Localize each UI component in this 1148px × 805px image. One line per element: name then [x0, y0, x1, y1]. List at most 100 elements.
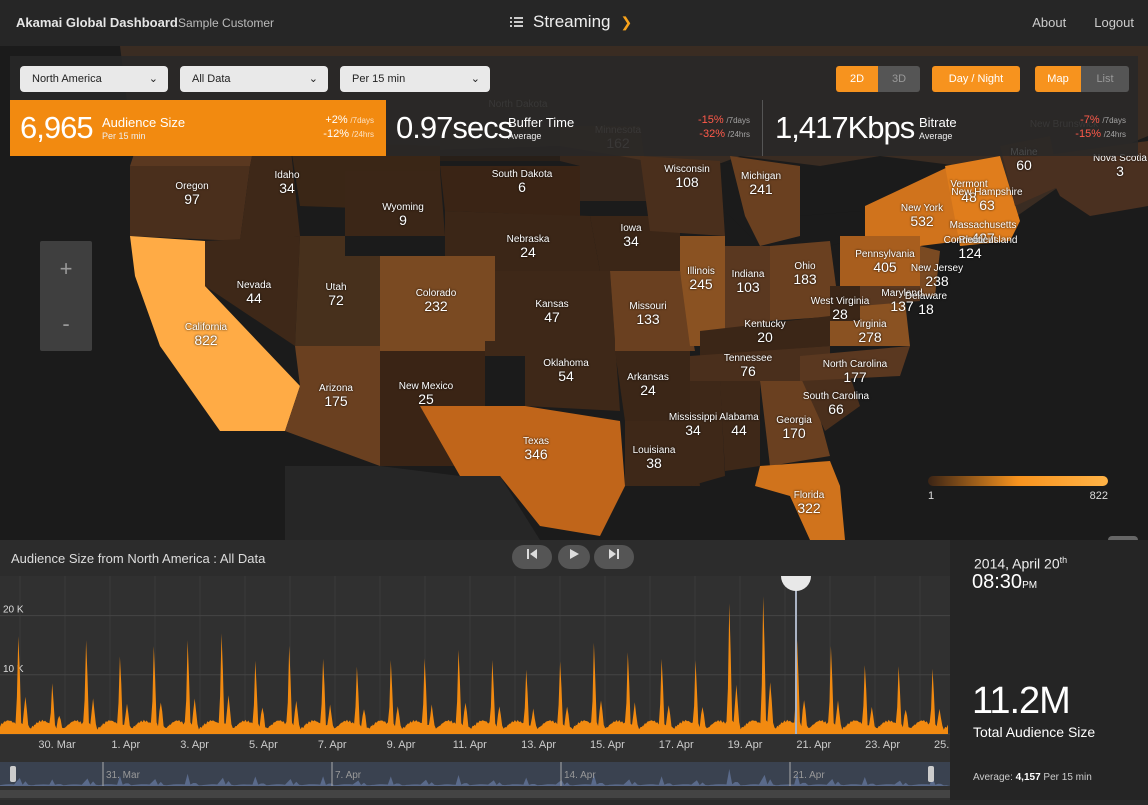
x-tick-label: 25. Apr [934, 739, 950, 751]
state-label-nevada[interactable]: Nevada 44 [237, 281, 271, 306]
state-label-wyoming[interactable]: Wyoming 9 [382, 203, 424, 228]
skip-forward-button[interactable] [594, 545, 634, 569]
state-label-colorado[interactable]: Colorado 232 [416, 289, 457, 314]
state-value: 170 [782, 425, 806, 441]
state-value: 6 [518, 179, 526, 195]
state-value: 103 [736, 279, 760, 295]
state-label-arizona[interactable]: Arizona 175 [319, 384, 353, 409]
section-title: Streaming [533, 12, 611, 31]
state-label-louisiana[interactable]: Louisiana 38 [633, 446, 676, 471]
state-label-kansas[interactable]: Kansas 47 [535, 300, 568, 325]
timeline-scrollbar[interactable] [0, 790, 950, 798]
data-select[interactable]: All Data ⌄ [180, 66, 328, 92]
state-label-west-virginia[interactable]: West Virginia 28 [811, 297, 870, 322]
list-view-button[interactable]: List [1081, 66, 1129, 92]
state-label-mississippi[interactable]: Mississippi 34 [669, 413, 717, 438]
day-night-button[interactable]: Day / Night [932, 66, 1020, 92]
state-label-new-hampshire[interactable]: New Hampshire 63 [951, 188, 1022, 213]
state-label-north-carolina[interactable]: North Carolina 177 [823, 360, 887, 385]
logout-link[interactable]: Logout [1094, 15, 1134, 30]
chevron-down-icon[interactable]: ❯ [620, 14, 632, 31]
state-label-oklahoma[interactable]: Oklahoma 54 [543, 359, 589, 384]
state-label-idaho[interactable]: Idaho 34 [274, 171, 299, 196]
state-label-iowa[interactable]: Iowa 34 [620, 224, 641, 249]
state-label-virginia[interactable]: Virginia 278 [853, 320, 886, 345]
stat-subtitle: Per 15 min [102, 131, 146, 141]
navigator-right-handle[interactable] [928, 766, 934, 782]
state-label-nebraska[interactable]: Nebraska 24 [507, 235, 550, 260]
state-value: 238 [925, 273, 949, 289]
state-label-wisconsin[interactable]: Wisconsin 108 [664, 165, 710, 190]
state-label-new-york[interactable]: New York 532 [901, 204, 943, 229]
skip-back-button[interactable] [512, 545, 552, 569]
state-label-utah[interactable]: Utah 72 [325, 283, 346, 308]
x-tick-label: 17. Apr [659, 739, 694, 751]
view-3d-button[interactable]: 3D [878, 66, 920, 92]
top-bar: Akamai Global Dashboard Sample Customer … [0, 0, 1148, 47]
state-value: 44 [731, 422, 747, 438]
state-label-pennsylvania[interactable]: Pennsylvania 405 [855, 250, 914, 275]
average-audience: Average: 4,157 Per 15 min [973, 772, 1092, 783]
view-2d-button[interactable]: 2D [836, 66, 878, 92]
state-label-nova-scotia[interactable]: Nova Scotia 3 [1093, 154, 1147, 179]
stat-subtitle: Average [508, 131, 542, 141]
state-value: 183 [793, 271, 817, 287]
total-audience-label: Total Audience Size [973, 724, 1096, 740]
state-label-illinois[interactable]: Illinois 245 [687, 267, 715, 292]
state-value: 76 [740, 363, 756, 379]
state-value: 72 [328, 292, 344, 308]
stat-bitrate[interactable]: 1,417Kbps Bitrate Average -7% /7days -15… [763, 100, 1138, 156]
state-label-new-jersey[interactable]: New Jersey 238 [911, 264, 963, 289]
state-label-delaware[interactable]: Delaware 18 [905, 292, 947, 317]
state-value: 133 [636, 311, 660, 327]
stat-buffer-time[interactable]: 0.97secs Buffer Time Average -15% /7days… [386, 100, 762, 156]
state-label-texas[interactable]: Texas 346 [523, 437, 549, 462]
state-label-south-dakota[interactable]: South Dakota 6 [492, 170, 553, 195]
stat-change-7d: -15% /7days [697, 114, 750, 126]
state-label-tennessee[interactable]: Tennessee 76 [724, 354, 772, 379]
map-view-button[interactable]: Map [1035, 66, 1081, 92]
x-tick-label: 19. Apr [728, 739, 763, 751]
interval-select[interactable]: Per 15 min ⌄ [340, 66, 490, 92]
state-value: 54 [558, 368, 574, 384]
state-value: 278 [858, 329, 882, 345]
state-label-ohio[interactable]: Ohio 183 [793, 262, 817, 287]
state-value: 18 [918, 301, 934, 317]
state-value: 124 [958, 245, 982, 261]
state-label-florida[interactable]: Florida 322 [794, 491, 825, 516]
state-label-kentucky[interactable]: Kentucky 20 [744, 320, 785, 345]
state-label-arkansas[interactable]: Arkansas 24 [627, 373, 669, 398]
stat-subtitle: Average [919, 131, 953, 141]
stat-change-24h: -12% /24hrs [323, 128, 374, 140]
state-label-connecticut[interactable]: Connecticut 124 [944, 236, 997, 261]
stat-change-7d: +2% /7days [325, 114, 374, 126]
app-brand[interactable]: Akamai Global Dashboard [16, 15, 178, 30]
state-label-alabama[interactable]: Alabama 44 [719, 413, 758, 438]
stat-value: 6,965 [20, 110, 94, 145]
chevron-down-icon: ⌄ [148, 73, 158, 85]
legend-max: 822 [1089, 490, 1108, 502]
state-label-michigan[interactable]: Michigan 241 [741, 172, 781, 197]
region-select-value: North America [32, 73, 102, 85]
section-switcher[interactable]: Streaming ❯ [510, 12, 632, 32]
state-label-missouri[interactable]: Missouri 133 [629, 302, 666, 327]
state-label-south-carolina[interactable]: South Carolina 66 [803, 392, 869, 417]
x-tick-label: 9. Apr [387, 739, 416, 751]
zoom-in-button[interactable]: + [40, 241, 92, 296]
state-value: 38 [646, 455, 662, 471]
audience-chart[interactable]: 0 K10 K20 K30. Mar1. Apr3. Apr5. Apr7. A… [0, 561, 969, 800]
zoom-out-button[interactable]: - [40, 296, 92, 351]
state-label-new-mexico[interactable]: New Mexico 25 [399, 382, 453, 407]
state-value: 3 [1116, 163, 1124, 179]
region-select[interactable]: North America ⌄ [20, 66, 168, 92]
play-button[interactable] [558, 545, 590, 569]
state-value: 232 [424, 298, 448, 314]
stat-audience-size[interactable]: 6,965 Audience Size Per 15 min +2% /7day… [10, 100, 386, 156]
state-label-georgia[interactable]: Georgia 170 [776, 416, 812, 441]
state-label-indiana[interactable]: Indiana 103 [732, 270, 765, 295]
navigator-left-handle[interactable] [10, 766, 16, 782]
summary-panel: 2014, April 20th 08:30PM 11.2M Total Aud… [950, 540, 1148, 800]
state-label-oregon[interactable]: Oregon 97 [175, 182, 208, 207]
state-label-california[interactable]: California 822 [185, 323, 227, 348]
about-link[interactable]: About [1032, 15, 1066, 30]
